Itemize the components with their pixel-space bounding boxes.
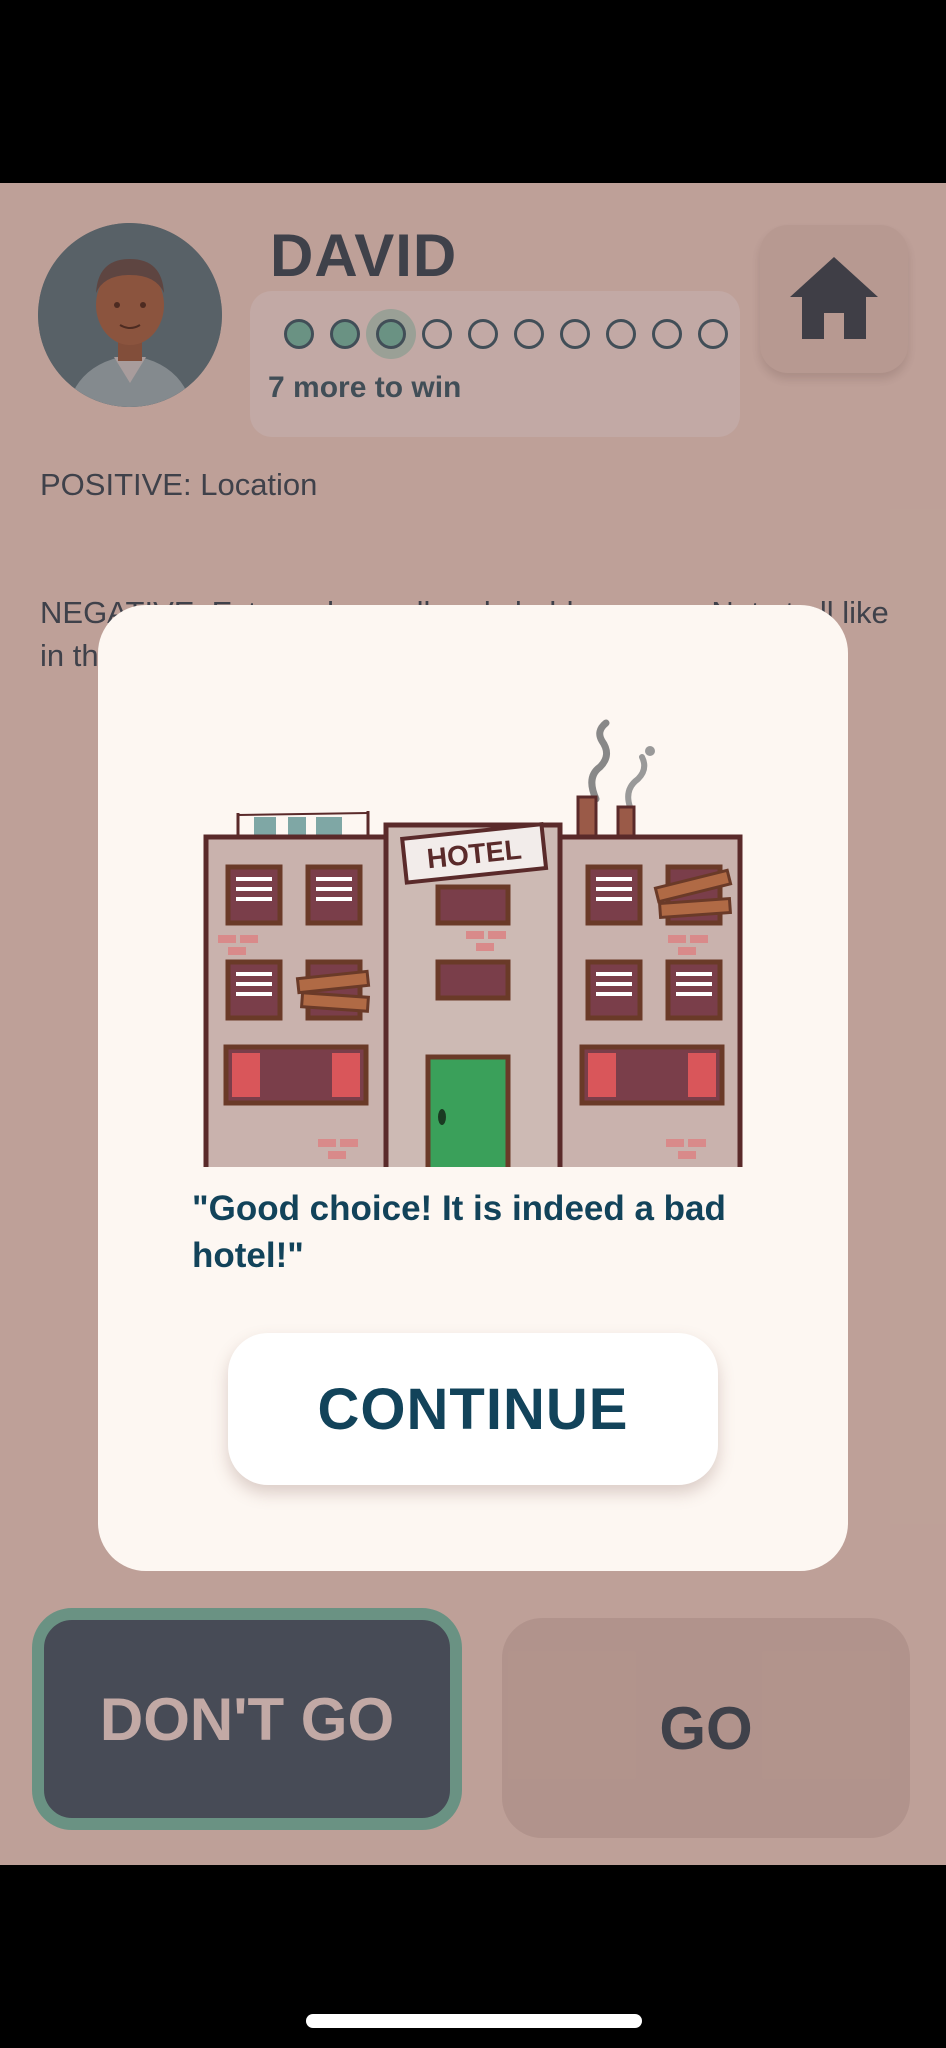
game-screen: DAVID 7 more to win POSITIVE: Location N… — [0, 183, 946, 1865]
result-message: "Good choice! It is indeed a bad hotel!" — [192, 1189, 726, 1275]
status-bar-area — [0, 0, 946, 183]
result-modal: HOTEL "Good choice! It is indeed a bad h… — [98, 605, 848, 1571]
continue-button[interactable]: CONTINUE — [228, 1333, 718, 1485]
home-indicator[interactable] — [306, 2014, 642, 2028]
bad-hotel-illustration: HOTEL — [203, 719, 743, 1167]
